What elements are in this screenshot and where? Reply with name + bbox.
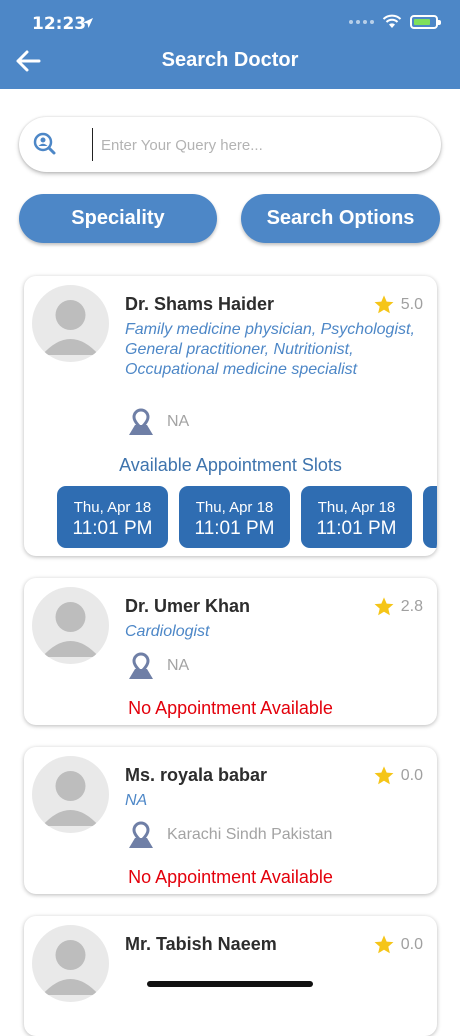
location-pin-icon bbox=[129, 408, 153, 435]
location-text: NA bbox=[167, 413, 190, 430]
home-indicator[interactable] bbox=[147, 981, 313, 987]
location-text: Karachi Sindh Pakistan bbox=[167, 826, 333, 843]
rating: 0.0 bbox=[373, 934, 423, 956]
star-icon bbox=[374, 766, 394, 785]
avatar bbox=[32, 925, 109, 1002]
doctor-location: NA bbox=[128, 408, 189, 436]
search-input[interactable] bbox=[101, 131, 431, 159]
page-title: Search Doctor bbox=[161, 49, 299, 71]
battery-icon bbox=[410, 14, 441, 29]
rating: 0.0 bbox=[373, 765, 423, 787]
status-indicators bbox=[349, 14, 441, 29]
location-pin-icon bbox=[129, 821, 153, 848]
available-slots-title: Available Appointment Slots bbox=[119, 455, 342, 475]
star-icon bbox=[374, 295, 394, 314]
doctor-name: Dr. Umer Khan bbox=[125, 596, 251, 616]
slot-time: 11:01 PM bbox=[194, 518, 275, 539]
wifi-icon bbox=[382, 14, 402, 28]
appointment-slot[interactable]: Thu, Apr 18 11:01 PM bbox=[301, 486, 412, 548]
star-icon bbox=[374, 935, 394, 954]
location-text: NA bbox=[167, 657, 190, 674]
search-divider bbox=[92, 128, 93, 161]
appointment-slots: Thu, Apr 18 11:01 PM Thu, Apr 18 11:01 P… bbox=[57, 486, 437, 548]
avatar bbox=[32, 285, 109, 362]
slot-time: 11:01 PM bbox=[316, 518, 397, 539]
doctor-name: Mr. Tabish Naeem bbox=[125, 934, 277, 954]
slot-day: Thu, Apr 18 bbox=[73, 499, 152, 516]
no-appointment-text: No Appointment Available bbox=[128, 867, 333, 887]
doctor-card[interactable]: Ms. royala babar 0.0 NA Karachi Sindh Pa… bbox=[24, 747, 437, 894]
rating-value: 2.8 bbox=[400, 598, 423, 615]
doctor-name: Dr. Shams Haider bbox=[125, 294, 275, 314]
location-pin-icon bbox=[129, 652, 153, 679]
doctor-card[interactable]: Dr. Shams Haider 5.0 Family medicine phy… bbox=[24, 276, 437, 556]
doctor-specialty: NA bbox=[125, 792, 148, 809]
doctor-specialty: Cardiologist bbox=[125, 623, 210, 640]
no-appointment-text: No Appointment Available bbox=[128, 698, 333, 718]
rating-value: 5.0 bbox=[400, 296, 423, 313]
doctor-specialty: Family medicine physician, Psychologist,… bbox=[125, 321, 415, 378]
rating: 2.8 bbox=[373, 596, 423, 618]
rating-value: 0.0 bbox=[400, 936, 423, 953]
rating: 5.0 bbox=[373, 294, 423, 316]
appointment-slot[interactable]: Thu, Apr 18 11:01 PM bbox=[57, 486, 168, 548]
status-time: 12:23 bbox=[32, 14, 87, 34]
doctor-location: Karachi Sindh Pakistan bbox=[128, 821, 332, 849]
rating-value: 0.0 bbox=[400, 767, 423, 784]
cellular-signal-icon bbox=[349, 19, 374, 24]
slot-time: 11:01 PM bbox=[72, 518, 153, 539]
search-bar[interactable] bbox=[19, 117, 441, 172]
location-arrow-icon bbox=[83, 18, 93, 28]
speciality-button[interactable]: Speciality bbox=[19, 194, 217, 243]
appointment-slot-partial[interactable] bbox=[423, 486, 437, 548]
slot-day: Thu, Apr 18 bbox=[195, 499, 274, 516]
app-header: 12:23 Search Doctor bbox=[0, 0, 460, 89]
star-icon bbox=[374, 597, 394, 616]
slot-day: Thu, Apr 18 bbox=[317, 499, 396, 516]
search-options-button[interactable]: Search Options bbox=[241, 194, 440, 243]
doctor-card[interactable]: Mr. Tabish Naeem 0.0 bbox=[24, 916, 437, 1036]
avatar bbox=[32, 587, 109, 664]
avatar bbox=[32, 756, 109, 833]
doctor-name: Ms. royala babar bbox=[125, 765, 268, 785]
doctor-card[interactable]: Dr. Umer Khan 2.8 Cardiologist NA No App… bbox=[24, 578, 437, 725]
appointment-slot[interactable]: Thu, Apr 18 11:01 PM bbox=[179, 486, 290, 548]
doctor-search-icon bbox=[33, 132, 56, 155]
doctor-location: NA bbox=[128, 652, 189, 680]
